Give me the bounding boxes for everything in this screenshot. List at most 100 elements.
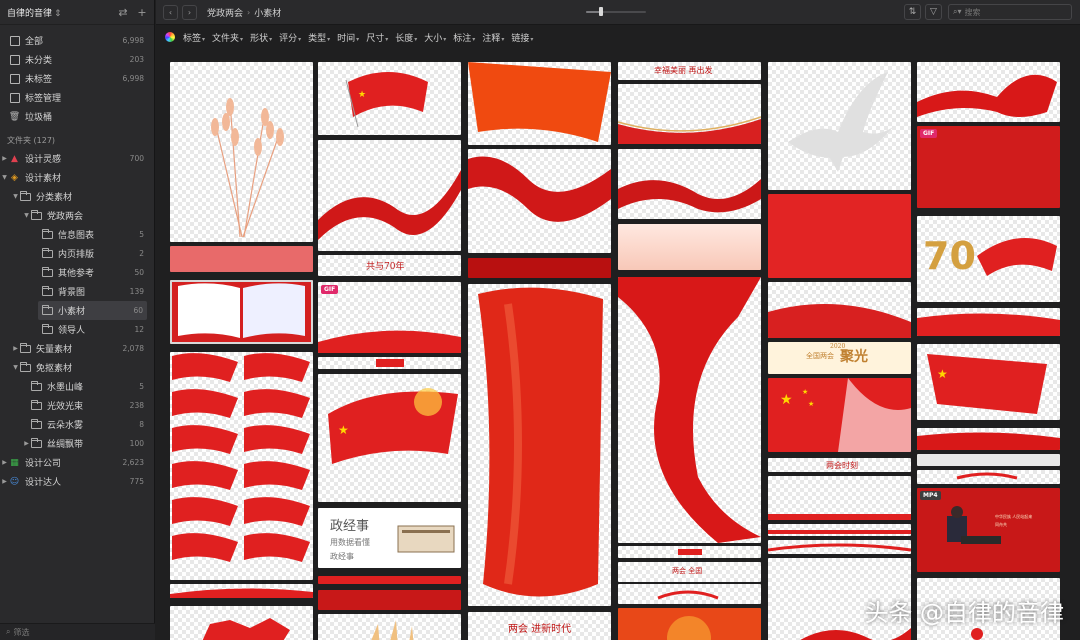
asset-silk-ribbon-2[interactable] — [618, 149, 761, 219]
folder-design-experts[interactable]: ▶ ☺ 设计达人 775 — [0, 472, 154, 491]
collapse-arrow-icon[interactable]: ▼ — [0, 174, 9, 181]
asset-slogan-70[interactable]: 共与70年 — [318, 255, 461, 276]
asset-red-ribbon-strip[interactable] — [170, 584, 313, 598]
sidebar-filter[interactable]: ⌕ 筛选 — [0, 623, 155, 640]
asset-red-wave-bottom[interactable] — [768, 282, 911, 338]
filter-notes[interactable]: 注释▾ — [482, 31, 504, 44]
folder-backgrounds[interactable]: 背景图 139 — [0, 282, 154, 301]
asset-dark-red-strip[interactable] — [468, 258, 611, 278]
folder-vector-material[interactable]: ▶ 矢量素材 2,078 — [0, 339, 154, 358]
folder-leaders[interactable]: 领导人 12 — [0, 320, 154, 339]
asset-china-map[interactable] — [170, 606, 313, 640]
asset-ribbon-wave[interactable] — [468, 149, 611, 253]
zoom-slider[interactable] — [586, 7, 646, 16]
folder-other-reference[interactable]: 其他参考 50 — [0, 263, 154, 282]
expand-arrow-icon[interactable]: ▶ — [0, 478, 9, 485]
collapse-arrow-icon[interactable]: ▼ — [11, 364, 20, 371]
sort-button[interactable]: ⇅ — [904, 4, 921, 20]
expand-arrow-icon[interactable]: ▶ — [0, 459, 9, 466]
asset-red-banner[interactable] — [318, 590, 461, 610]
sidebar-item-all[interactable]: 全部 6,998 — [0, 31, 154, 50]
sidebar-item-tag-manage[interactable]: 标签管理 — [0, 88, 154, 107]
asset-red-swirl[interactable] — [618, 584, 761, 604]
color-filter-icon[interactable] — [165, 32, 175, 42]
expand-arrow-icon[interactable]: ▶ — [11, 345, 20, 352]
asset-flag-ribbon-top[interactable] — [917, 62, 1060, 122]
collapse-arrow-icon[interactable]: ▼ — [22, 212, 31, 219]
asset-gif-red-bg[interactable]: GIF — [917, 126, 1060, 208]
folder-clouds-mist[interactable]: 云朵水雾 8 — [0, 415, 154, 434]
asset-red-base[interactable] — [917, 308, 1060, 336]
folder-party-sessions[interactable]: ▼ 党政两会 — [0, 206, 154, 225]
asset-grey-strip[interactable] — [917, 454, 1060, 466]
folder-ink-mountains[interactable]: 水墨山峰 5 — [0, 377, 154, 396]
asset-emblem-glow[interactable] — [618, 608, 761, 640]
asset-waving-flag[interactable]: ★ — [318, 62, 461, 135]
asset-gif-ribbon[interactable]: GIF — [318, 282, 461, 353]
folder-design-inspiration[interactable]: ▶ ▲ 设计灵感 700 — [0, 149, 154, 168]
collapse-arrow-icon[interactable]: ▼ — [11, 193, 20, 200]
filter-annotation[interactable]: 标注▾ — [453, 31, 475, 44]
asset-white-dove[interactable] — [768, 62, 911, 190]
sidebar-item-uncategorized[interactable]: 未分类 203 — [0, 50, 154, 69]
asset-red-underline[interactable] — [768, 524, 911, 536]
asset-bottom-title[interactable]: 两会 进新时代 — [468, 612, 611, 640]
sync-icon[interactable]: ⇄ — [118, 6, 128, 19]
asset-thin-frame[interactable] — [768, 476, 911, 520]
asset-wheat-ears[interactable] — [170, 62, 313, 242]
asset-red-background[interactable] — [768, 194, 911, 278]
asset-small-title[interactable] — [318, 357, 461, 369]
sidebar-item-trash[interactable]: 🗑 垃圾桶 — [0, 107, 154, 126]
asset-red-bar[interactable] — [318, 576, 461, 584]
breadcrumb-item[interactable]: 党政两会 — [207, 6, 243, 19]
folder-design-material[interactable]: ▼ ◈ 设计素材 — [0, 168, 154, 187]
asset-flag-sunrise[interactable]: ★ — [318, 374, 461, 502]
breadcrumb-item[interactable]: 小素材 — [254, 6, 281, 19]
library-switcher[interactable]: 自律的音律 ⇕ — [7, 6, 62, 19]
asset-pink-glow[interactable] — [618, 224, 761, 270]
filter-shape[interactable]: 形状▾ — [250, 31, 272, 44]
filter-length[interactable]: 长度▾ — [395, 31, 417, 44]
asset-liangh-banner[interactable]: 2020 全国两会 聚光 — [768, 342, 911, 374]
filter-time[interactable]: 时间▾ — [337, 31, 359, 44]
folder-inner-layout[interactable]: 内页排版 2 — [0, 244, 154, 263]
asset-tall-flag[interactable] — [468, 284, 611, 606]
back-button[interactable]: ‹ — [163, 4, 178, 20]
asset-small-ribbon-title[interactable] — [618, 546, 761, 558]
expand-arrow-icon[interactable]: ▶ — [0, 155, 9, 162]
search-box[interactable]: ⌕▾ — [948, 4, 1072, 20]
add-icon[interactable]: + — [137, 6, 147, 19]
folder-cutout-material[interactable]: ▼ 免抠素材 — [0, 358, 154, 377]
forward-button[interactable]: › — [182, 4, 197, 20]
filter-link[interactable]: 链接▾ — [511, 31, 533, 44]
asset-hot-title[interactable]: 两会时刻 — [768, 458, 911, 472]
folder-design-company[interactable]: ▶ ▦ 设计公司 2,623 — [0, 453, 154, 472]
sidebar-item-untagged[interactable]: 未标签 6,998 — [0, 69, 154, 88]
asset-promo-small[interactable]: 两会 全国 — [618, 562, 761, 582]
asset-70-anniversary[interactable]: 70 — [917, 216, 1060, 302]
asset-promo-header[interactable]: 幸福美丽 再出发 — [618, 62, 761, 80]
folder-infographics[interactable]: 信息图表 5 — [0, 225, 154, 244]
asset-zhengjing-card[interactable]: 政经事 用数据看懂 政经事 — [318, 508, 461, 568]
asset-red-strip-2[interactable] — [917, 428, 1060, 450]
asset-red-emblem-line[interactable] — [917, 470, 1060, 484]
filter-size[interactable]: 大小▾ — [424, 31, 446, 44]
filter-type[interactable]: 类型▾ — [308, 31, 330, 44]
filter-button[interactable]: ▽ — [925, 4, 942, 20]
folder-small-material[interactable]: 小素材 60 — [38, 301, 147, 320]
asset-light-beams[interactable] — [318, 614, 461, 640]
asset-flag-stars[interactable]: ★ ★ ★ — [768, 378, 911, 452]
asset-red-gradient-strip[interactable] — [170, 246, 313, 272]
folder-light-beams[interactable]: 光效光束 238 — [0, 396, 154, 415]
sidebar-filter-input[interactable]: 筛选 — [13, 627, 29, 638]
asset-silk-ribbon[interactable] — [318, 140, 461, 251]
zoom-slider-handle[interactable] — [599, 7, 603, 16]
expand-arrow-icon[interactable]: ▶ — [22, 440, 31, 447]
asset-ribbon-thin[interactable] — [768, 540, 911, 554]
filter-rating[interactable]: 评分▾ — [279, 31, 301, 44]
asset-red-curve-bottom[interactable] — [618, 84, 761, 144]
asset-big-ribbon[interactable] — [618, 277, 761, 543]
asset-red-flag-gradient[interactable] — [468, 62, 611, 145]
folder-category-material[interactable]: ▼ 分类素材 — [0, 187, 154, 206]
search-input[interactable] — [964, 7, 1055, 17]
